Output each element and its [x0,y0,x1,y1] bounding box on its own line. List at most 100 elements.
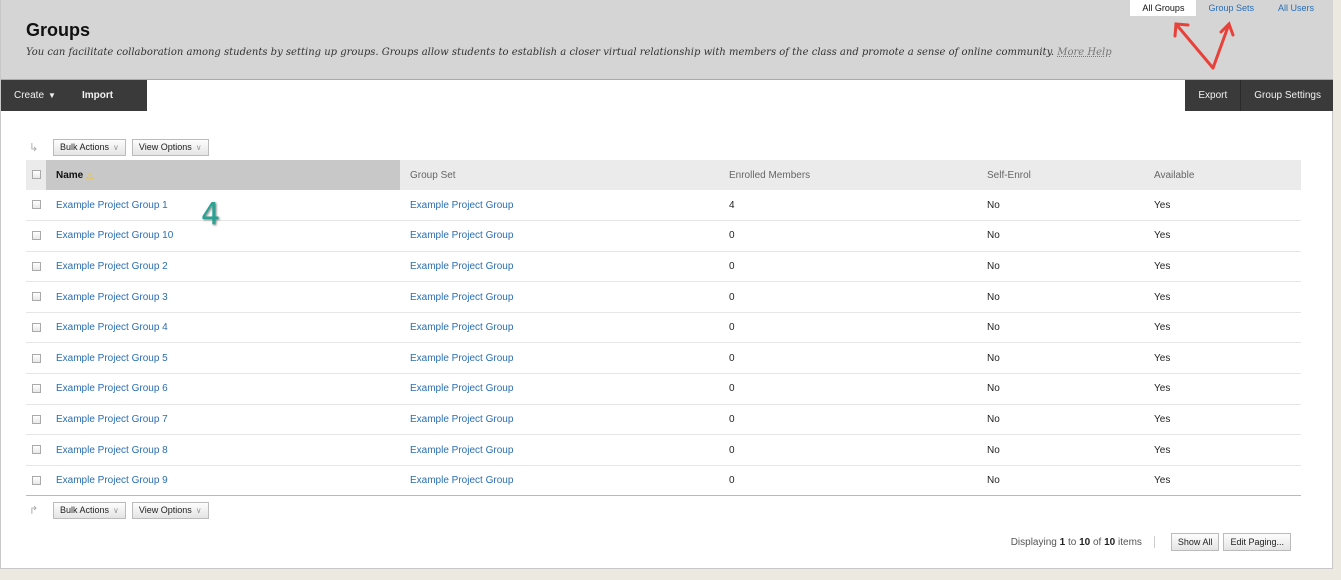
available-value: Yes [1154,230,1171,242]
row-checkbox[interactable] [31,353,41,363]
description-text: You can facilitate collaboration among s… [26,47,1055,58]
pager-divider [1153,536,1155,548]
edit-paging-button[interactable]: Edit Paging... [1223,533,1291,551]
group-name-link[interactable]: Example Project Group 4 [56,322,168,333]
available-value: Yes [1154,260,1171,272]
row-select-cell [26,342,46,375]
row-select-cell [26,220,46,252]
self-enrol-value: No [987,260,1000,272]
available-value-cell: Yes [1144,190,1301,222]
column-header-enrolled[interactable]: Enrolled Members [719,160,977,190]
self-enrol-value: No [987,413,1000,425]
table-body: Example Project Group 1 Example Project G… [26,190,1301,497]
column-header-available[interactable]: Available [1144,160,1301,190]
row-checkbox[interactable] [31,445,41,455]
group-set-link[interactable]: Example Project Group [410,353,513,364]
row-select-cell [26,373,46,405]
row-select-cell [26,251,46,283]
group-set-link[interactable]: Example Project Group [410,322,513,333]
group-name-link[interactable]: Example Project Group 8 [56,445,168,456]
enrolled-count-cell: 0 [719,465,977,497]
row-checkbox[interactable] [31,231,41,241]
group-name-link[interactable]: Example Project Group 1 [56,200,168,211]
group-name-link[interactable]: Example Project Group 10 [56,230,173,241]
available-value-cell: Yes [1144,373,1301,405]
group-name-link[interactable]: Example Project Group 6 [56,383,168,394]
view-options-button[interactable]: View Options ∨ [131,139,209,156]
group-set-link[interactable]: Example Project Group [410,414,513,425]
action-bar-bottom: ↱ Bulk Actions ∨ View Options ∨ [29,502,215,519]
row-checkbox[interactable] [31,292,41,302]
group-name-link[interactable]: Example Project Group 7 [56,414,168,425]
import-button[interactable]: Import [69,80,126,111]
row-checkbox[interactable] [31,414,41,424]
enrolled-count-cell: 0 [719,434,977,466]
group-name-link[interactable]: Example Project Group 9 [56,475,168,486]
self-enrol-value-cell: No [977,251,1144,283]
self-enrol-value: No [987,199,1000,211]
row-checkbox[interactable] [31,200,41,210]
pager-of-word: of [1092,536,1102,548]
pager: Displaying 1 to 10 of 10 items Show All … [1011,533,1291,551]
enrolled-count: 0 [729,291,735,303]
row-checkbox[interactable] [31,323,41,333]
enrolled-count: 0 [729,260,735,272]
self-enrol-value-cell: No [977,342,1144,375]
select-all-checkbox[interactable] [31,170,41,180]
action-bar-top: ↳ Bulk Actions ∨ View Options ∨ [29,139,215,156]
table-row: Example Project Group 6 Example Project G… [26,373,1301,405]
table-row: Example Project Group 9 Example Project G… [26,465,1301,497]
export-button[interactable]: Export [1185,80,1240,111]
row-checkbox[interactable] [31,261,41,271]
group-set-link[interactable]: Example Project Group [410,200,513,211]
group-set-link[interactable]: Example Project Group [410,292,513,303]
action-toolbar: Create ▼ Import Export Group Settings [1,79,1334,111]
enrolled-count: 0 [729,383,735,395]
bulk-actions-label: Bulk Actions [60,505,110,515]
bulk-actions-button[interactable]: Bulk Actions ∨ [53,502,126,519]
column-header-name[interactable]: Name △ [46,160,400,190]
group-name-link-cell: Example Project Group 2 [46,251,400,283]
bulk-actions-button[interactable]: Bulk Actions ∨ [53,139,126,156]
column-header-self-enrol[interactable]: Self-Enrol [977,160,1144,190]
group-name-link-cell: Example Project Group 7 [46,404,400,436]
available-value-cell: Yes [1144,281,1301,313]
enrolled-count-cell: 0 [719,342,977,375]
create-menu-button[interactable]: Create ▼ [1,80,69,111]
available-value: Yes [1154,291,1171,303]
self-enrol-value-cell: No [977,281,1144,313]
view-options-button[interactable]: View Options ∨ [131,502,209,519]
group-set-link[interactable]: Example Project Group [410,445,513,456]
more-help-link[interactable]: More Help [1057,47,1111,58]
group-name-link[interactable]: Example Project Group 3 [56,292,168,303]
available-value-cell: Yes [1144,434,1301,466]
group-set-link[interactable]: Example Project Group [410,475,513,486]
show-all-button[interactable]: Show All [1170,533,1220,551]
group-set-link-cell: Example Project Group [400,434,719,466]
group-name-link[interactable]: Example Project Group 5 [56,353,168,364]
group-set-link[interactable]: Example Project Group [410,230,513,241]
arrow-to-all-groups [1174,22,1215,70]
pager-prefix: Displaying [1010,536,1057,548]
tab-all-users[interactable]: All Users [1266,0,1326,16]
row-select-cell [26,312,46,344]
group-settings-button[interactable]: Group Settings [1241,80,1334,111]
pager-to-word: to [1067,536,1077,548]
available-value-cell: Yes [1144,465,1301,497]
group-name-link[interactable]: Example Project Group 2 [56,261,168,272]
bulk-actions-label: Bulk Actions [60,142,110,152]
annotation-arrows [1173,21,1235,70]
enrolled-count: 0 [729,322,735,334]
group-set-link[interactable]: Example Project Group [410,383,513,394]
column-header-group-set[interactable]: Group Set [400,160,719,190]
row-select-cell [26,404,46,436]
group-set-link[interactable]: Example Project Group [410,261,513,272]
group-name-link-cell: Example Project Group 8 [46,434,400,466]
row-checkbox[interactable] [31,476,41,485]
row-checkbox[interactable] [31,384,41,394]
double-chevron-down-icon: ∨ [195,143,202,152]
available-value: Yes [1154,444,1171,456]
group-set-link-cell: Example Project Group [400,312,719,344]
group-set-link-cell: Example Project Group [400,281,719,313]
row-select-cell [26,190,46,222]
